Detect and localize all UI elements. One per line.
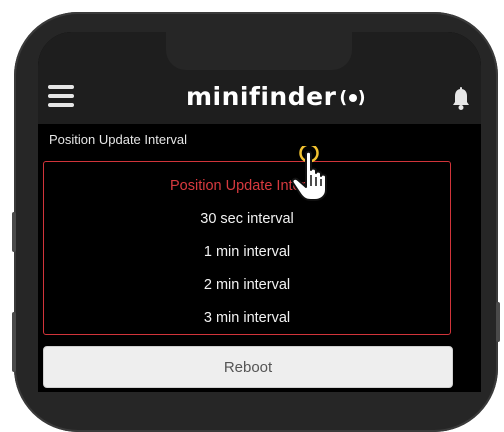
dropdown-option-2-min[interactable]: 2 min interval	[44, 277, 450, 293]
section-label: Position Update Interval	[49, 132, 188, 147]
hand-pointer-cursor-icon	[291, 146, 327, 201]
signal-dot-icon: ()	[339, 87, 366, 108]
phone-notch	[166, 32, 352, 70]
phone-side-button	[12, 312, 16, 372]
dropdown-option-30-sec[interactable]: 30 sec interval	[44, 211, 450, 227]
app-bar: minifinder ()	[38, 32, 481, 124]
app-logo: minifinder ()	[186, 82, 366, 111]
phone-side-button	[12, 212, 16, 252]
dropdown-option-1-min[interactable]: 1 min interval	[44, 244, 450, 260]
hamburger-menu-icon[interactable]	[48, 85, 74, 107]
reboot-button[interactable]: Reboot	[43, 346, 453, 388]
interval-dropdown[interactable]: Position Update Interval 30 sec interval…	[43, 161, 451, 335]
dropdown-option-selected[interactable]: Position Update Interval	[44, 178, 450, 194]
phone-side-button	[496, 302, 500, 342]
bell-icon[interactable]	[451, 87, 471, 111]
dropdown-option-3-min[interactable]: 3 min interval	[44, 310, 450, 326]
phone-screen: minifinder () Position Update Interval P…	[38, 32, 481, 392]
brand-name: minifinder	[186, 82, 337, 111]
